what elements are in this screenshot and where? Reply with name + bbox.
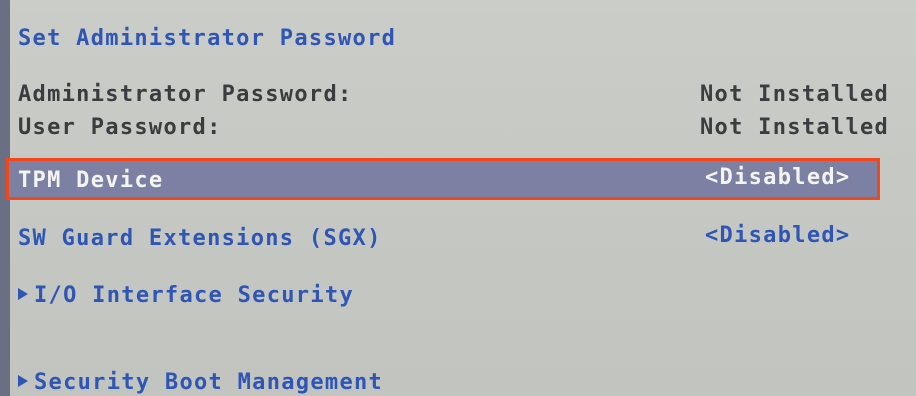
submenu-arrow-icon [18,375,28,387]
set-admin-password-item[interactable]: Set Administrator Password [18,26,396,51]
security-boot-management-item[interactable]: Security Boot Management [18,370,383,395]
security-boot-management-label: Security Boot Management [34,370,384,395]
submenu-arrow-icon [18,288,28,300]
user-password-label: User Password: [18,115,222,140]
io-interface-security-item[interactable]: I/O Interface Security [18,283,354,308]
bios-security-screen: Set Administrator Password Administrator… [0,0,916,396]
admin-password-label: Administrator Password: [18,82,353,107]
admin-password-status: Not Installed [700,82,890,107]
tpm-device-label[interactable]: TPM Device [18,168,163,193]
user-password-status: Not Installed [700,115,890,140]
tpm-device-value[interactable]: <Disabled> [705,165,850,190]
sgx-value[interactable]: <Disabled> [705,223,850,248]
sgx-label[interactable]: SW Guard Extensions (SGX) [18,226,382,251]
set-admin-password-label: Set Administrator Password [18,26,397,51]
io-interface-security-label: I/O Interface Security [34,283,354,308]
